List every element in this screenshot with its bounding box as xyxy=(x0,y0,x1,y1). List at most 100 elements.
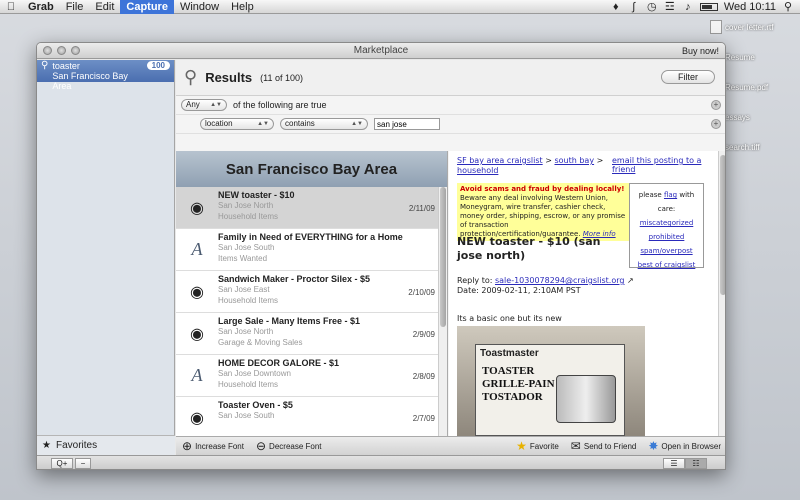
menu-capture[interactable]: Capture xyxy=(120,0,174,14)
photo-text: TOSTADOR xyxy=(482,391,543,403)
close-button[interactable] xyxy=(43,46,52,55)
menu-help[interactable]: Help xyxy=(225,0,260,14)
results-title: Results xyxy=(205,70,253,85)
list-view-icon[interactable]: ☰ xyxy=(663,458,685,469)
criteria-value-input[interactable] xyxy=(374,118,440,130)
magnifier-icon: ⚲ xyxy=(184,67,198,87)
operator-select[interactable]: contains ▲▼ xyxy=(280,118,368,130)
reply-info: Reply to: sale-1030078294@craigslist.org… xyxy=(457,276,634,296)
favorites-item[interactable]: ★ Favorites xyxy=(37,435,175,455)
menu-edit[interactable]: Edit xyxy=(89,0,120,14)
volume-icon[interactable]: ♪ xyxy=(682,1,694,12)
increase-font-label: Increase Font xyxy=(195,441,244,451)
breadcrumb-separator: > xyxy=(545,156,552,165)
title-bar[interactable]: Marketplace Buy now! xyxy=(37,43,725,59)
send-to-friend-button[interactable]: ✉ Send to Friend xyxy=(565,439,643,453)
desktop-file[interactable]: cover letter.rtf xyxy=(710,20,800,34)
menu-window[interactable]: Window xyxy=(174,0,225,14)
menu-clock[interactable]: Wed 10:11 xyxy=(724,1,776,13)
letter-a-icon: A xyxy=(191,365,203,385)
increase-font-button[interactable]: ⊕ Increase Font xyxy=(176,439,250,453)
list-item-title: Family in Need of EVERYTHING for a Home xyxy=(218,232,403,242)
photo-text: TOASTER xyxy=(482,365,535,377)
growl-icon[interactable]: ♦ xyxy=(610,1,622,12)
add-search-button[interactable]: Q+ xyxy=(51,458,73,469)
spotlight-icon[interactable]: ⚲ xyxy=(782,1,794,12)
list-item-title: HOME DECOR GALORE - $1 xyxy=(218,358,340,368)
match-rule-row: Any ▲▼ of the following are true + xyxy=(176,96,725,115)
sidebar: ⚲ toaster San Francisco Bay Area 100 ★ F… xyxy=(37,60,175,455)
flag-link[interactable]: flag xyxy=(664,191,677,199)
menu-app[interactable]: Grab xyxy=(22,0,60,14)
zoom-button[interactable] xyxy=(71,46,80,55)
list-item-title: Toaster Oven - $5 xyxy=(218,400,293,410)
minimize-button[interactable] xyxy=(57,46,66,55)
results-count: (11 of 100) xyxy=(260,72,304,83)
email-posting-link[interactable]: email this posting to a friend xyxy=(612,156,725,174)
scroll-thumb[interactable] xyxy=(720,155,725,295)
desktop-file-label: Resume xyxy=(725,52,755,62)
breadcrumb-link[interactable]: household xyxy=(457,166,498,175)
flag-miscategorized-link[interactable]: miscategorized xyxy=(630,216,703,230)
eye-icon: ◉ xyxy=(190,283,204,301)
match-select-value: Any xyxy=(186,100,200,109)
open-in-browser-button[interactable]: ✸ Open in Browser xyxy=(642,439,725,453)
menu-file[interactable]: File xyxy=(60,0,90,14)
list-item-date: 2/11/09 xyxy=(408,204,435,213)
list-item[interactable]: ◉ Large Sale - Many Items Free - $1 San Jo… xyxy=(176,313,447,355)
field-select-value: location xyxy=(205,119,233,128)
list-item-body: Family in Need of EVERYTHING for a Home S… xyxy=(218,229,447,270)
list-item[interactable]: ◉ Toaster Oven - $5 San Jose South 2/7/09 xyxy=(176,397,447,436)
toaster-box: Toastmaster TOASTER GRILLE-PAIN TOSTADOR xyxy=(475,344,625,436)
desktop-file-label: cover letter.rtf xyxy=(725,22,774,32)
reply-email-link[interactable]: sale-1030078294@craigslist.org xyxy=(495,276,624,285)
match-select[interactable]: Any ▲▼ xyxy=(181,99,227,111)
list-item[interactable]: A Family in Need of EVERYTHING for a Home… xyxy=(176,229,447,271)
saved-search-item[interactable]: ⚲ toaster San Francisco Bay Area 100 xyxy=(37,60,174,91)
match-suffix: of the following are true xyxy=(233,100,327,110)
battery-icon[interactable] xyxy=(699,2,718,11)
decrease-font-button[interactable]: ⊖ Decrease Font xyxy=(250,439,328,453)
list-item-location: San Jose South xyxy=(218,243,275,252)
list-scrollbar[interactable] xyxy=(438,187,447,436)
post-date: Date: 2009-02-11, 2:10AM PST xyxy=(457,286,581,295)
results-header: ⚲ Results (11 of 100) Filter xyxy=(176,60,725,96)
list-item[interactable]: A HOME DECOR GALORE - $1 San Jose Downtown… xyxy=(176,355,447,397)
photo-brand: Toastmaster xyxy=(480,348,539,359)
add-rule-button[interactable]: + xyxy=(711,100,721,110)
post-scrollbar[interactable] xyxy=(718,151,725,436)
document-icon xyxy=(710,20,722,34)
flag-prohibited-link[interactable]: prohibited xyxy=(630,230,703,244)
list-item[interactable]: ◉ Sandwich Maker - Proctor Silex - $5 San … xyxy=(176,271,447,313)
add-criteria-button[interactable]: + xyxy=(711,119,721,129)
flag-best-of-link[interactable]: best of craigslist xyxy=(630,258,703,272)
zoom-in-icon: ⊕ xyxy=(182,439,193,453)
remove-search-button[interactable]: − xyxy=(75,458,91,469)
split-view-icon[interactable]: ☷ xyxy=(685,458,707,469)
breadcrumb-link[interactable]: SF bay area craigslist xyxy=(457,156,543,165)
breadcrumb-link[interactable]: south bay xyxy=(554,156,594,165)
buy-now-button[interactable]: Buy now! xyxy=(682,43,719,59)
flag-spam-link[interactable]: spam/overpost xyxy=(630,244,703,258)
window-title: Marketplace xyxy=(353,45,409,56)
list-item[interactable]: ◉ NEW toaster - $10 San Jose North Househol… xyxy=(176,187,447,229)
eye-icon: ◉ xyxy=(190,409,204,427)
time-machine-icon[interactable]: ◷ xyxy=(646,1,658,12)
decrease-font-label: Decrease Font xyxy=(269,441,322,451)
filter-button[interactable]: Filter xyxy=(661,70,715,84)
window-controls xyxy=(43,46,80,55)
bluetooth-icon[interactable]: ∫ xyxy=(628,1,640,12)
scroll-thumb[interactable] xyxy=(440,187,446,327)
field-select[interactable]: location ▲▼ xyxy=(200,118,274,130)
toaster-image xyxy=(556,375,616,423)
apple-menu-icon[interactable]:  xyxy=(0,1,22,13)
wifi-icon[interactable]: ☲ xyxy=(664,1,676,12)
listing-list: San Francisco Bay Area ◉ NEW toaster - $1… xyxy=(176,151,448,436)
eye-icon: ◉ xyxy=(190,199,204,217)
post-title: NEW toaster - $10 (san jose north) xyxy=(457,235,601,262)
breadcrumb-separator: > xyxy=(596,156,604,165)
list-item-title: Large Sale - Many Items Free - $1 xyxy=(218,316,361,326)
desktop-file-label: Resume.pdf xyxy=(725,82,769,92)
photo-text: GRILLE-PAIN xyxy=(482,378,555,390)
favorite-button[interactable]: ★ Favorite xyxy=(510,439,565,453)
